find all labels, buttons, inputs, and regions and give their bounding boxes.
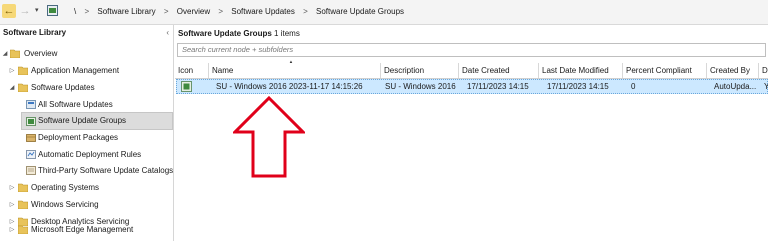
tree-item-label: Application Management xyxy=(31,66,120,75)
list-title-text: Software Update Groups xyxy=(178,29,272,38)
navigation-pane: Software Library ‹ ◢ Overview ▷ Applicat… xyxy=(0,25,174,241)
package-icon xyxy=(26,134,36,142)
folder-icon xyxy=(18,66,28,75)
breadcrumb-separator-icon: > xyxy=(303,7,308,16)
collapsed-icon[interactable]: ▷ xyxy=(8,62,16,80)
breadcrumb-software-updates[interactable]: Software Updates xyxy=(231,7,295,16)
navigation-bar: ← → ▾ \ > Software Library > Overview > … xyxy=(0,0,768,25)
annotation-arrow-icon xyxy=(233,96,305,178)
column-header-date-created[interactable]: Date Created xyxy=(459,63,539,78)
tree-item-application-management[interactable]: ▷ Application Management xyxy=(0,62,173,80)
folder-icon xyxy=(18,83,28,92)
forward-arrow-icon[interactable]: → xyxy=(18,4,32,18)
folder-icon xyxy=(18,200,28,209)
folder-icon xyxy=(10,49,20,58)
column-header-percent-compliant[interactable]: Percent Compliant xyxy=(623,63,707,78)
table-row[interactable]: SU - Windows 2016 2023-11-17 14:15:26 SU… xyxy=(176,79,768,94)
breadcrumb-overview[interactable]: Overview xyxy=(177,7,210,16)
tree-item-software-updates[interactable]: ◢ Software Updates xyxy=(0,79,173,97)
cell-description: SU - Windows 2016 xyxy=(385,82,456,91)
breadcrumb-software-library[interactable]: Software Library xyxy=(97,7,155,16)
tree-item-label: Deployment Packages xyxy=(38,133,119,142)
back-arrow-icon[interactable]: ← xyxy=(2,4,16,18)
tree-item-label: Microsoft Edge Management xyxy=(31,225,134,234)
pane-header: Software Library ‹ xyxy=(0,25,173,41)
breadcrumb-software-update-groups[interactable]: Software Update Groups xyxy=(316,7,404,16)
tree-item-label: Software Update Groups xyxy=(38,116,127,125)
tree-item-third-party-catalogs[interactable]: Third-Party Software Update Catalogs xyxy=(0,162,173,180)
column-header-icon[interactable]: Icon xyxy=(175,63,209,78)
tree-item-label: Third-Party Software Update Catalogs xyxy=(38,166,174,175)
tree-item-software-update-groups[interactable]: Software Update Groups xyxy=(21,112,173,130)
tree-item-label: Windows Servicing xyxy=(31,200,99,209)
cell-date-created: 17/11/2023 14:15 xyxy=(467,82,529,91)
tree-item-label: Overview xyxy=(24,49,58,58)
column-header-d[interactable]: D xyxy=(759,63,768,78)
search-input[interactable]: Search current node + subfolders xyxy=(177,43,766,57)
item-count: 1 items xyxy=(274,29,300,38)
tree-item-label: Software Updates xyxy=(31,83,95,92)
updates-icon xyxy=(26,100,36,109)
breadcrumb: \ > Software Library > Overview > Softwa… xyxy=(74,7,410,16)
expanded-icon[interactable]: ◢ xyxy=(1,45,9,63)
tree-item-label: Operating Systems xyxy=(31,183,100,192)
column-header-description[interactable]: Description xyxy=(381,63,459,78)
column-header-row: Icon Name Description Date Created Last … xyxy=(175,63,768,79)
rules-icon xyxy=(26,150,36,159)
cell-percent-compliant: 0 xyxy=(631,82,636,91)
tree-item-microsoft-edge-management[interactable]: ▷ Microsoft Edge Management xyxy=(0,221,173,239)
collapsed-icon[interactable]: ▷ xyxy=(8,221,16,239)
update-group-icon xyxy=(181,81,192,92)
collapse-pane-icon[interactable]: ‹ xyxy=(166,25,169,41)
expanded-icon[interactable]: ◢ xyxy=(8,79,16,97)
history-dropdown-icon[interactable]: ▾ xyxy=(35,6,39,14)
collapsed-icon[interactable]: ▷ xyxy=(8,179,16,197)
column-header-last-date-modified[interactable]: Last Date Modified xyxy=(539,63,623,78)
cell-created-by: AutoUpda... xyxy=(714,82,757,91)
folder-icon xyxy=(18,183,28,192)
breadcrumb-separator-icon: > xyxy=(163,7,169,16)
tree-item-operating-systems[interactable]: ▷ Operating Systems xyxy=(0,179,173,197)
collapsed-icon[interactable]: ▷ xyxy=(8,196,16,214)
cell-last-date-modified: 17/11/2023 14:15 xyxy=(547,82,609,91)
tree-item-deployment-packages[interactable]: Deployment Packages xyxy=(0,129,173,147)
tree-item-overview[interactable]: ◢ Overview xyxy=(0,45,173,63)
breadcrumb-separator-icon: > xyxy=(84,7,90,16)
column-header-created-by[interactable]: Created By xyxy=(707,63,759,78)
tree-item-windows-servicing[interactable]: ▷ Windows Servicing xyxy=(0,196,173,214)
pane-title: Software Library xyxy=(3,28,67,37)
cell-d: Y xyxy=(764,82,768,91)
cell-name: SU - Windows 2016 2023-11-17 14:15:26 xyxy=(216,82,363,91)
console-node-icon xyxy=(47,5,58,16)
folder-icon xyxy=(18,225,28,234)
breadcrumb-root[interactable]: \ xyxy=(74,7,76,16)
column-header-name[interactable]: Name xyxy=(209,63,381,78)
list-title: Software Update Groups 1 items xyxy=(178,29,300,38)
breadcrumb-separator-icon: > xyxy=(218,7,224,16)
update-group-icon xyxy=(26,117,36,126)
catalog-icon xyxy=(26,166,36,175)
